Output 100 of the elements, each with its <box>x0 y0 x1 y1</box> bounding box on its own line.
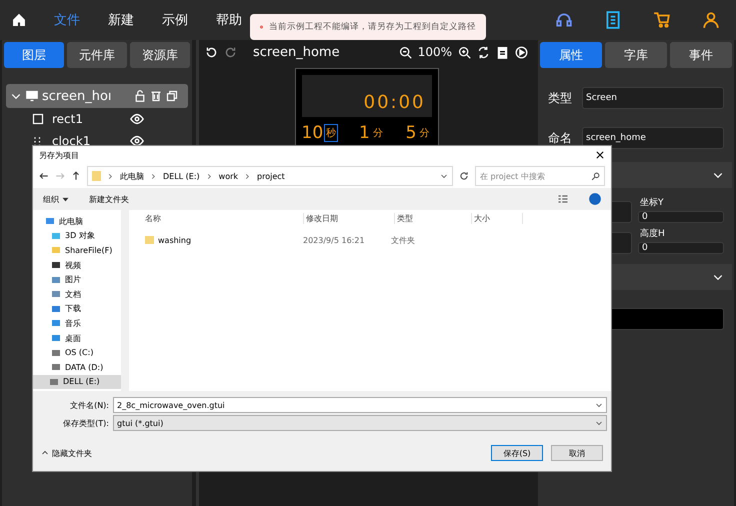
back-icon[interactable] <box>39 171 49 181</box>
layer-name: screen_hoı <box>42 88 112 104</box>
nav-item[interactable]: 桌面 <box>33 330 121 346</box>
toast-message: 当前示例工程不能编译，请另存为工程到自定义路径 <box>269 21 476 33</box>
nav-item[interactable]: 视频 <box>33 258 121 272</box>
search-icon <box>591 172 600 180</box>
file-name: washing <box>158 236 192 244</box>
dropdown-icon[interactable] <box>595 419 603 427</box>
input-field[interactable]: screen_home <box>582 127 724 149</box>
dropdown-icon[interactable] <box>440 172 448 180</box>
file-row[interactable]: washing 2023/9/5 16:21 文件夹 <box>133 232 611 248</box>
chevron-up-icon[interactable] <box>41 449 49 457</box>
play-icon[interactable] <box>515 46 528 58</box>
refresh-icon[interactable] <box>459 171 469 181</box>
menu-item[interactable]: 新建 <box>108 11 134 29</box>
up-arrow-icon[interactable] <box>71 171 81 181</box>
headset-icon[interactable] <box>555 11 573 29</box>
menu-item[interactable]: 示例 <box>162 11 188 29</box>
panel-tab[interactable]: 资源库 <box>130 42 190 68</box>
nav-item[interactable]: ShareFile(F) <box>33 243 121 258</box>
panel-tab[interactable]: 图层 <box>4 42 64 68</box>
dialog-title: 另存为项目 <box>39 150 79 160</box>
breadcrumb-item[interactable]: 此电脑 <box>120 170 144 182</box>
organize-menu[interactable]: 组织 <box>43 194 59 204</box>
time-value: 5 <box>406 123 416 143</box>
chevron-right-icon <box>206 172 213 180</box>
breadcrumb-item[interactable]: DELL (E:) <box>163 172 200 180</box>
save-button[interactable]: 保存(S) <box>491 445 543 461</box>
field-label: 命名 <box>548 130 572 146</box>
time-value: 10 <box>302 123 324 143</box>
breadcrumb-item[interactable]: project <box>257 172 285 180</box>
field-label: 类型 <box>548 90 572 106</box>
zoom-level: 100% <box>418 45 452 59</box>
trash-icon[interactable] <box>150 90 162 102</box>
eye-icon[interactable] <box>130 134 144 148</box>
lock-icon[interactable] <box>134 90 146 102</box>
time-unit[interactable]: 分 <box>370 124 385 142</box>
nav-item[interactable]: DELL (E:) <box>33 374 121 390</box>
new-folder-button[interactable]: 新建文件夹 <box>89 194 129 204</box>
screen-title: screen_home <box>253 44 340 60</box>
input-field[interactable]: 0 <box>638 211 724 223</box>
filename-field[interactable]: 2_8c_microwave_oven.gtui <box>113 397 607 413</box>
nav-item[interactable]: 音乐 <box>33 316 121 331</box>
nav-item[interactable]: 下载 <box>33 302 121 316</box>
column-header[interactable]: 类型 <box>395 212 472 224</box>
panel-tab[interactable]: 事件 <box>670 42 732 68</box>
user-icon[interactable] <box>702 11 720 29</box>
redo-icon[interactable] <box>224 46 237 58</box>
caret-icon <box>62 196 69 202</box>
dropdown-icon[interactable] <box>595 401 603 409</box>
column-header[interactable]: 修改日期 <box>304 212 395 224</box>
nav-item[interactable]: OS (C:) <box>33 345 121 360</box>
nav-item[interactable]: 文档 <box>33 286 121 302</box>
input-field[interactable]: Screen <box>582 87 724 109</box>
square-icon <box>32 113 44 125</box>
copy-icon[interactable] <box>166 90 178 102</box>
hide-folders-toggle[interactable]: 隐藏文件夹 <box>52 448 92 458</box>
file-type: 文件夹 <box>391 234 415 246</box>
nav-item[interactable]: 3D 对象 <box>33 228 121 244</box>
time-value: 1 <box>358 123 370 143</box>
panel-tab[interactable]: 属性 <box>540 42 602 68</box>
filetype-dropdown[interactable]: gtui (*.gtui) <box>113 415 607 431</box>
breadcrumb-item[interactable]: work <box>218 172 238 180</box>
column-header[interactable]: 名称 <box>143 212 304 224</box>
layer-row[interactable]: screen_hoı <box>6 84 188 108</box>
column-header[interactable]: 大小 <box>472 212 523 224</box>
chevron-right-icon <box>150 172 157 180</box>
input-field[interactable]: 0 <box>638 242 724 254</box>
close-icon[interactable] <box>595 150 605 160</box>
field-label: 高度H <box>639 228 666 240</box>
folder-icon <box>92 171 101 181</box>
cancel-button[interactable]: 取消 <box>551 445 603 461</box>
eye-icon[interactable] <box>130 112 144 126</box>
zoom-out-icon[interactable] <box>398 46 412 58</box>
time-unit[interactable]: 分 <box>417 124 432 142</box>
chevron-right-icon <box>107 172 114 180</box>
monitor-icon <box>26 90 38 102</box>
menu-item[interactable]: 帮助 <box>216 11 242 29</box>
panel-tab[interactable]: 元件库 <box>67 42 127 68</box>
address-bar[interactable]: 此电脑 DELL (E:) work project <box>87 166 453 186</box>
home-icon[interactable] <box>12 13 26 27</box>
layer-name[interactable]: rect1 <box>52 112 122 126</box>
nav-item[interactable]: 此电脑 <box>33 214 121 229</box>
clock-display: 00:00 <box>364 92 426 113</box>
panel-tab[interactable]: 字库 <box>605 42 667 68</box>
undo-icon[interactable] <box>205 46 218 58</box>
nav-item[interactable]: DATA (D:) <box>33 360 121 375</box>
zoom-in-icon[interactable] <box>458 46 471 58</box>
nav-item[interactable]: 图片 <box>33 272 121 287</box>
layer-name[interactable]: clock1 <box>52 134 122 148</box>
clipboard-icon[interactable] <box>496 46 509 58</box>
folder-icon <box>51 245 61 256</box>
folder-icon <box>145 236 154 244</box>
cart-icon[interactable] <box>653 11 671 29</box>
time-unit[interactable]: 秒 <box>324 124 338 142</box>
view-options-icon[interactable] <box>557 193 569 205</box>
chevron-right-icon <box>244 172 252 180</box>
field-label: 文件名(N): <box>69 400 109 410</box>
menu-item[interactable]: 文件 <box>54 11 80 29</box>
search-field[interactable]: 在 project 中搜索 <box>475 166 605 186</box>
